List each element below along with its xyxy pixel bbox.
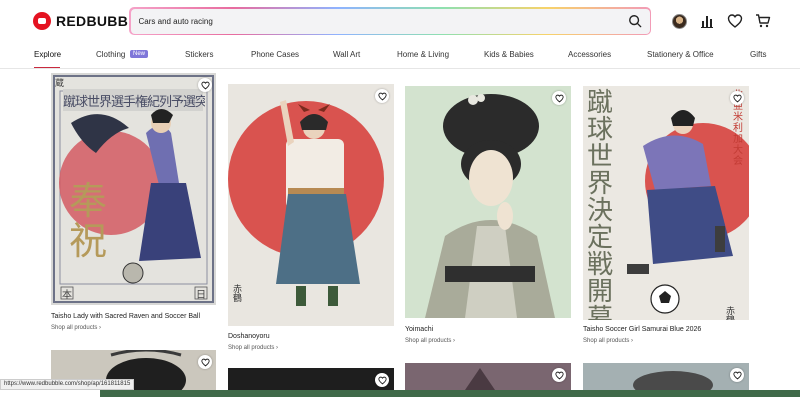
- nav-item-gifts[interactable]: Gifts: [750, 50, 766, 59]
- heart-icon: [554, 94, 564, 102]
- product-image[interactable]: 赤鶴: [228, 84, 394, 326]
- artwork-vertical-text: 蹴球世界決定戦開幕: [587, 88, 614, 321]
- nav-item-phone-cases[interactable]: Phone Cases: [251, 50, 299, 59]
- shop-all-products-link[interactable]: Shop all products ›: [405, 338, 455, 344]
- product-title[interactable]: Taisho Soccer Girl Samurai Blue 2026: [583, 326, 701, 333]
- favorite-button[interactable]: [730, 368, 744, 382]
- nav-item-accessories[interactable]: Accessories: [568, 50, 611, 59]
- heart-icon: [554, 371, 564, 379]
- favorite-button[interactable]: [375, 89, 389, 103]
- heart-icon: [732, 94, 742, 102]
- logo-badge-icon: [33, 12, 51, 30]
- link-status-bar: https://www.redbubble.com/shop/ap/161811…: [0, 379, 135, 390]
- artwork-corner-text: 本: [62, 290, 72, 301]
- heart-icon: [732, 371, 742, 379]
- heart-icon: [200, 81, 210, 89]
- shop-all-products-link[interactable]: Shop all products ›: [583, 338, 633, 344]
- nav-item-stationery-office[interactable]: Stationery & Office: [647, 50, 714, 59]
- heart-icon: [377, 92, 387, 100]
- new-badge: New: [130, 50, 149, 58]
- nav-item-home-living[interactable]: Home & Living: [397, 50, 449, 59]
- favorite-button[interactable]: [730, 91, 744, 105]
- artwork-header-text: 蹴球世界選手権紀列予選突破記念: [63, 95, 205, 110]
- heart-icon[interactable]: [727, 13, 743, 29]
- nav-item-stickers[interactable]: Stickers: [185, 50, 213, 59]
- product-title[interactable]: Doshanoyoru: [228, 333, 270, 340]
- product-title[interactable]: Taisho Lady with Sacred Raven and Soccer…: [51, 313, 200, 320]
- artwork-corner-text: 蔵: [55, 79, 65, 89]
- heart-icon: [377, 376, 387, 384]
- favorite-button[interactable]: [552, 368, 566, 382]
- header: REDBUBBLE: [0, 0, 800, 42]
- favorite-button[interactable]: [198, 78, 212, 92]
- search-icon[interactable]: [628, 14, 642, 28]
- shop-all-products-link[interactable]: Shop all products ›: [51, 325, 101, 331]
- avatar[interactable]: [672, 13, 687, 29]
- nav-divider: [0, 68, 800, 69]
- nav-item-clothing[interactable]: Clothing: [96, 50, 125, 59]
- cart-icon[interactable]: [755, 13, 771, 29]
- favorite-button[interactable]: [375, 373, 389, 387]
- svg-text:赤鶴: 赤鶴: [231, 284, 242, 303]
- svg-text:赤鶴: 赤鶴: [724, 306, 735, 320]
- shop-all-products-link[interactable]: Shop all products ›: [228, 345, 278, 351]
- nav-item-kids-babies[interactable]: Kids & Babies: [484, 50, 534, 59]
- product-image[interactable]: [405, 363, 571, 390]
- bar-chart-icon[interactable]: [699, 13, 715, 29]
- product-image[interactable]: 赤鶴 蹴球世界決定戦開幕 北亜米利加大会: [583, 86, 749, 320]
- product-image[interactable]: [228, 368, 394, 390]
- product-image[interactable]: [405, 86, 571, 318]
- nav-item-wall-art[interactable]: Wall Art: [333, 50, 360, 59]
- search-bar: [129, 7, 651, 35]
- artwork-corner-text: 日: [196, 290, 206, 301]
- favorite-button[interactable]: [552, 91, 566, 105]
- heart-icon: [200, 358, 210, 366]
- dock-strip: [100, 390, 800, 397]
- product-image[interactable]: [583, 363, 749, 390]
- product-image[interactable]: 蹴球世界選手権紀列予選突破記念 奉祝 蔵 本 日: [51, 73, 216, 305]
- favorite-button[interactable]: [198, 355, 212, 369]
- product-title[interactable]: Yoimachi: [405, 326, 433, 333]
- nav-item-explore[interactable]: Explore: [34, 50, 61, 59]
- search-input[interactable]: [138, 8, 609, 34]
- category-nav: Explore Clothing New Stickers Phone Case…: [0, 48, 800, 69]
- artwork-vertical-text: 奉祝: [69, 179, 108, 263]
